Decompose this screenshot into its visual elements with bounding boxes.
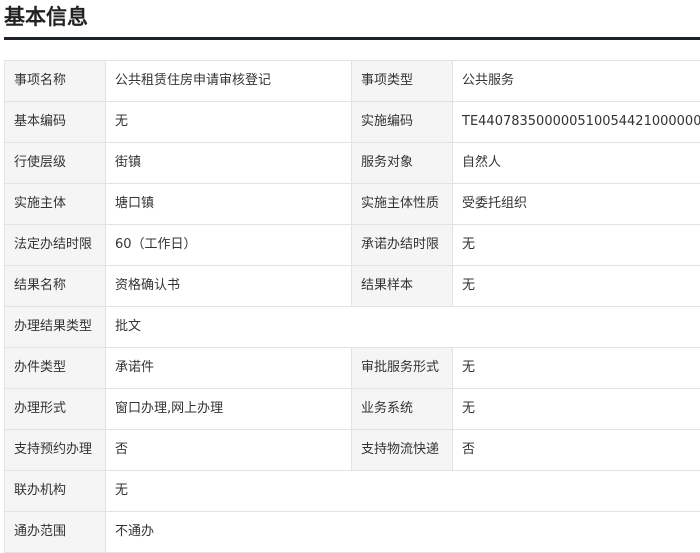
field-label: 基本编码 [4,101,106,143]
title-underline [4,37,700,40]
section-header: 基本信息 [0,0,700,42]
field-value: 无 [452,224,700,266]
field-label: 实施主体 [4,183,106,225]
basic-info-table: 事项名称 公共租赁住房申请审核登记 事项类型 公共服务 基本编码无实施编码 TE44078… [4,60,700,553]
field-label: 行使层级 [4,142,106,184]
field-label: 办理结果类型 [4,306,106,348]
section-title: 基本信息 [4,5,88,29]
info-row: 支持预约办理否支持物流快递否 [4,429,700,471]
field-value: 公共租赁住房申请审核登记 [105,60,352,102]
info-row: 法定办结时限 60（工作日） 承诺办结时限无 [4,224,700,266]
field-label: 办理形式 [4,388,106,430]
info-row: 基本编码无实施编码 TE44078350000051005442100000007… [4,101,700,143]
field-value: 批文 [105,306,700,348]
info-row: 通办范围 不通办 [4,511,700,553]
basic-info-table-body: 事项名称 公共租赁住房申请审核登记 事项类型 公共服务 基本编码无实施编码 TE44078… [4,60,700,553]
info-row: 办理结果类型 批文 [4,306,700,348]
info-row: 结果名称 资格确认书 结果样本无 [4,265,700,307]
field-label: 事项类型 [351,60,453,102]
field-value: 60（工作日） [105,224,352,266]
field-value: 塘口镇 [105,183,352,225]
field-label: 承诺办结时限 [351,224,453,266]
field-value: 否 [452,429,700,471]
field-label: 联办机构 [4,470,106,512]
field-label: 实施编码 [351,101,453,143]
info-row: 实施主体 塘口镇 实施主体性质 受委托组织 [4,183,700,225]
field-label: 支持物流快递 [351,429,453,471]
info-row: 办件类型 承诺件 审批服务形式无 [4,347,700,389]
info-row: 联办机构无 [4,470,700,512]
field-value: 无 [452,347,700,389]
field-value: 自然人 [452,142,700,184]
field-label: 支持预约办理 [4,429,106,471]
field-label: 事项名称 [4,60,106,102]
field-value: 资格确认书 [105,265,352,307]
field-label: 审批服务形式 [351,347,453,389]
info-row: 事项名称 公共租赁住房申请审核登记 事项类型 公共服务 [4,60,700,102]
field-label: 通办范围 [4,511,106,553]
field-value: 无 [105,101,352,143]
field-label: 业务系统 [351,388,453,430]
field-value: 受委托组织 [452,183,700,225]
field-value: TE440783500000510054421000000077 [452,101,700,143]
field-value: 不通办 [105,511,700,553]
field-value: 街镇 [105,142,352,184]
field-value: 窗口办理,网上办理 [105,388,352,430]
field-value: 承诺件 [105,347,352,389]
info-row: 办理形式 窗口办理,网上办理 业务系统无 [4,388,700,430]
field-value: 否 [105,429,352,471]
field-value: 无 [105,470,700,512]
field-value: 无 [452,388,700,430]
info-row: 行使层级 街镇 服务对象 自然人 [4,142,700,184]
field-label: 办件类型 [4,347,106,389]
field-label: 结果名称 [4,265,106,307]
field-label: 服务对象 [351,142,453,184]
field-label: 实施主体性质 [351,183,453,225]
field-value: 无 [452,265,700,307]
field-label: 结果样本 [351,265,453,307]
field-label: 法定办结时限 [4,224,106,266]
field-value: 公共服务 [452,60,700,102]
